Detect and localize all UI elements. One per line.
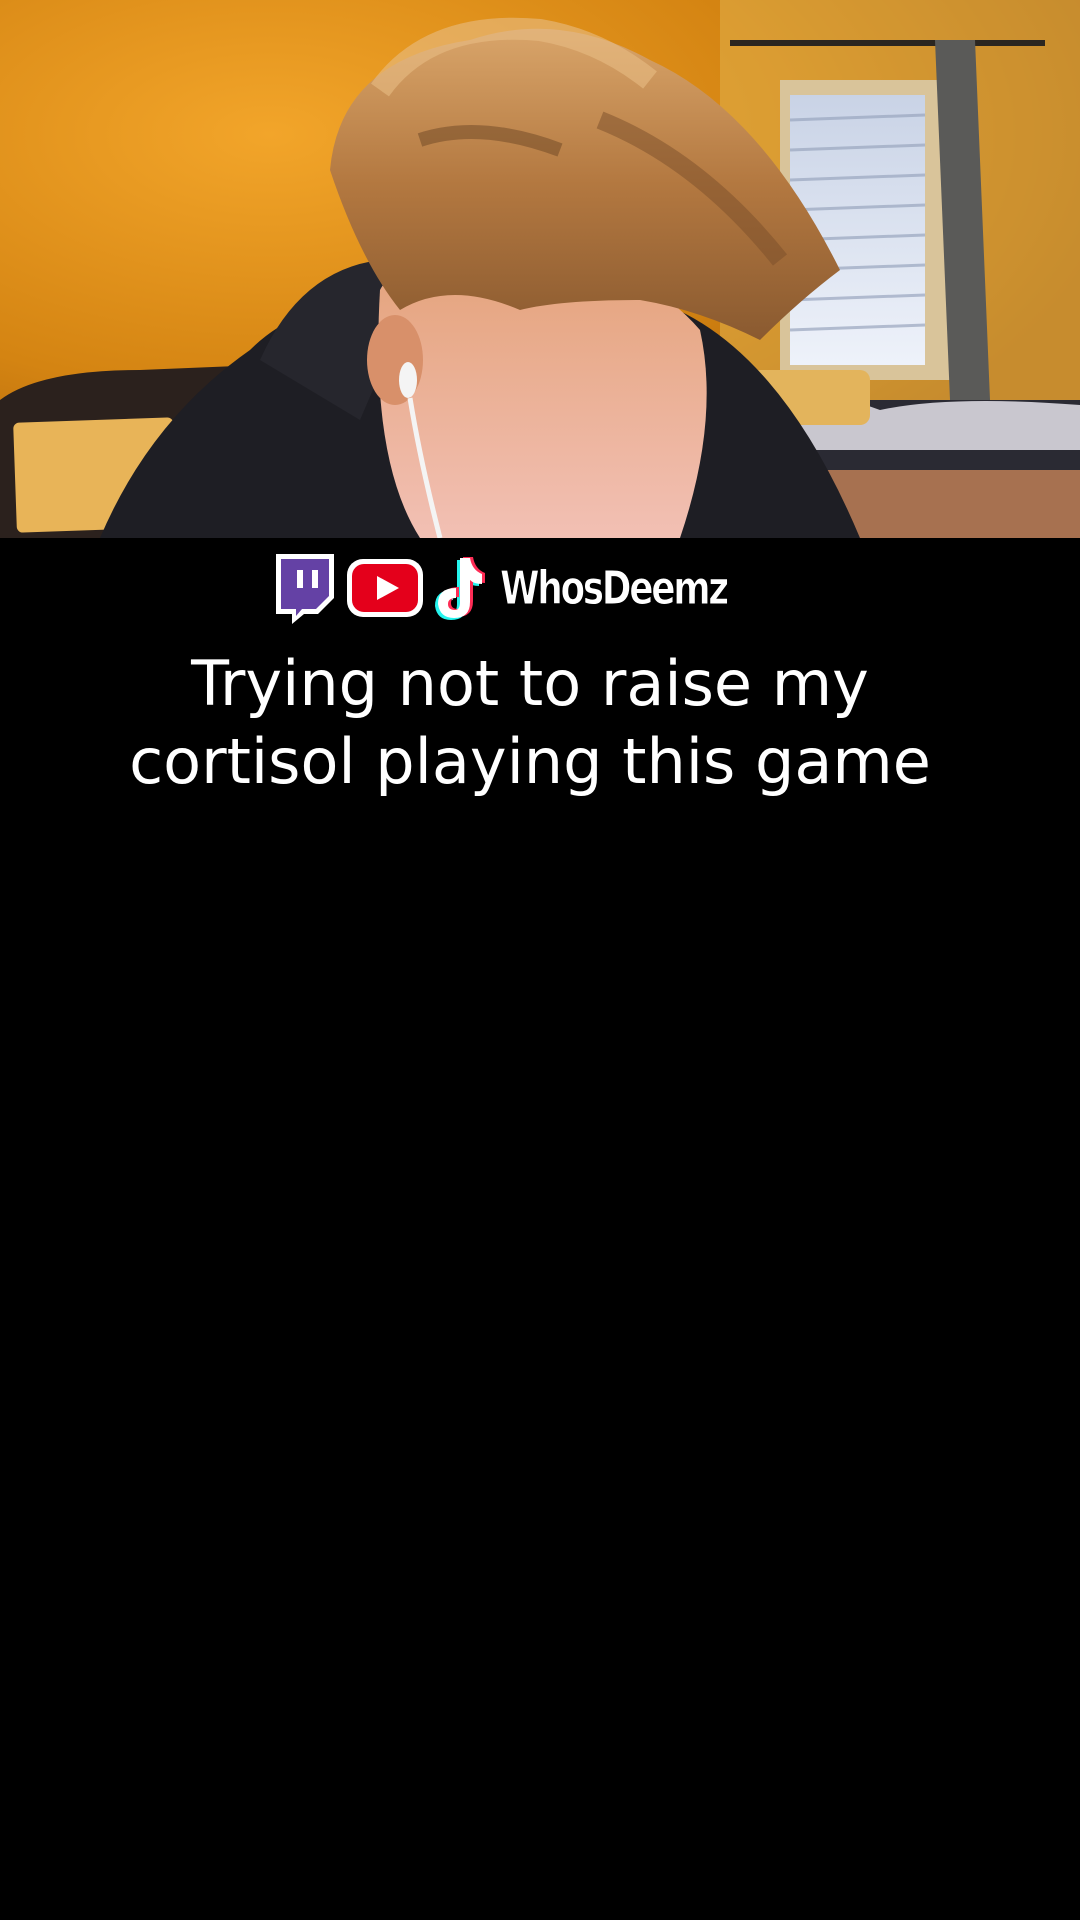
twitch-icon (275, 554, 334, 624)
caption-line-1: Trying not to raise my (191, 647, 869, 720)
video-caption: Trying not to raise my cortisol playing … (60, 645, 1000, 801)
caption-line-2: cortisol playing this game (129, 725, 931, 798)
webcam-feed (0, 0, 1080, 538)
creator-handle: WhosDeemz (499, 561, 729, 616)
youtube-icon (346, 559, 423, 617)
social-handles: WhosDeemz (0, 548, 1080, 628)
tiktok-icon (434, 557, 485, 620)
webcam-scene (0, 0, 1080, 538)
video-frame[interactable]: WhosDeemz Trying not to raise my cortiso… (0, 0, 1080, 1920)
